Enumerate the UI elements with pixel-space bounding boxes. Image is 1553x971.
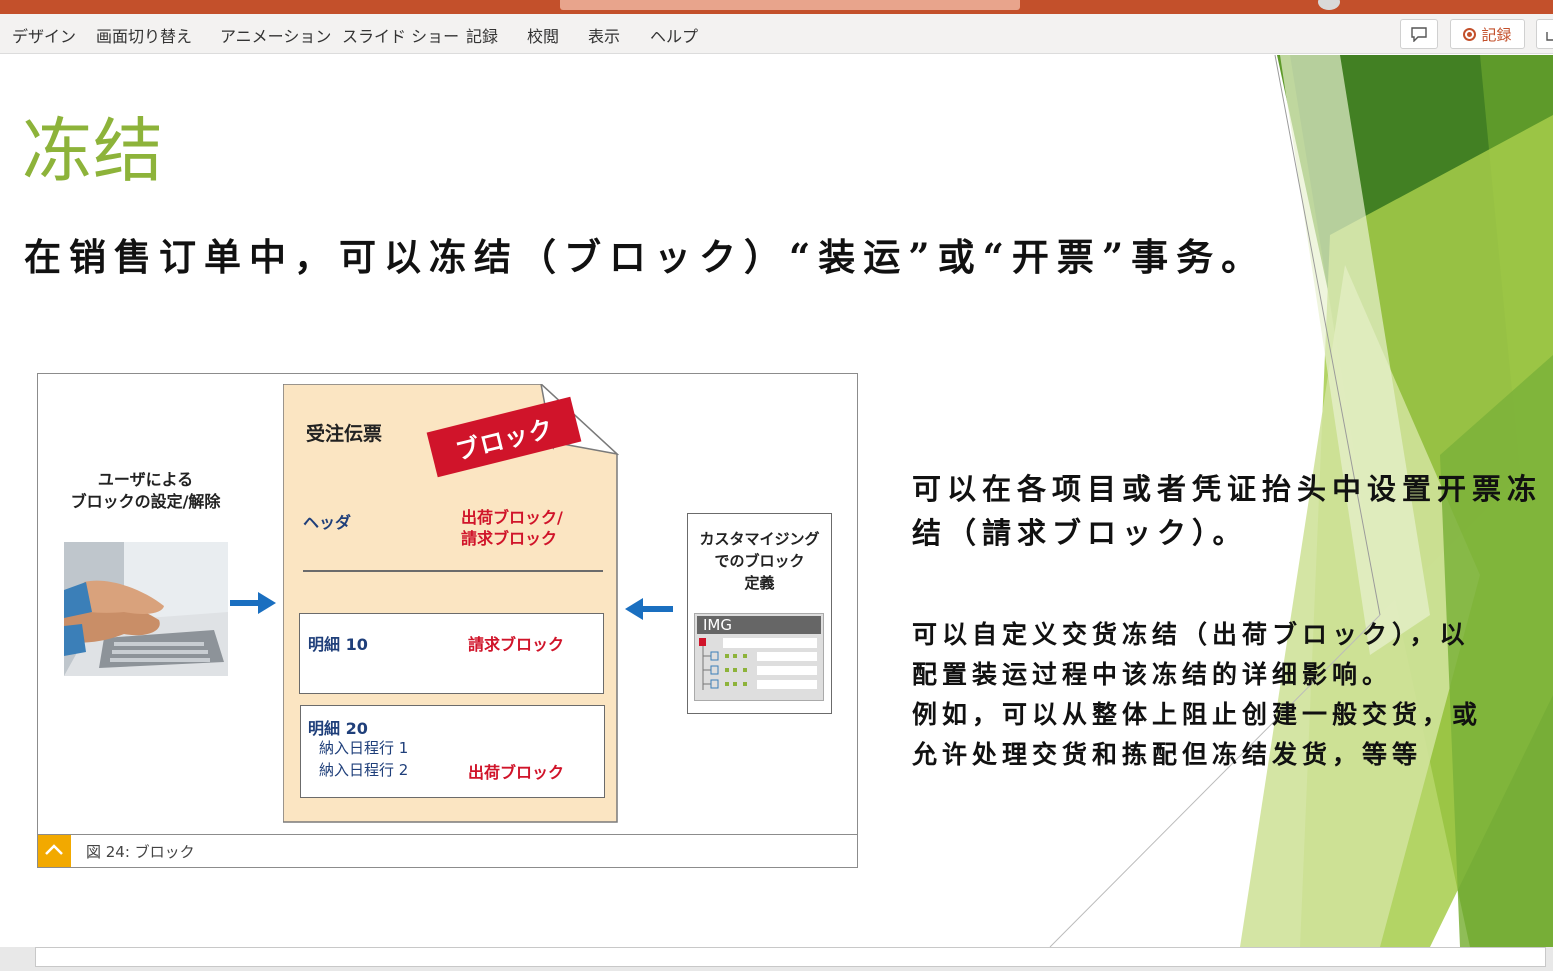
- slide-canvas[interactable]: 冻结 在销售订单中，可以冻结（ブロック）“装运”或“开票”事务。 可以在各项目或…: [0, 55, 1553, 947]
- tab-slideshow[interactable]: スライド ショー: [342, 23, 459, 47]
- comments-button[interactable]: [1400, 19, 1438, 49]
- title-bar: [0, 0, 1553, 14]
- paragraph-line: 例如，可以从整体上阻止创建一般交货，或: [912, 700, 1483, 729]
- tab-view[interactable]: 表示: [588, 23, 620, 47]
- tab-design[interactable]: デザイン: [12, 23, 76, 47]
- horizontal-scrollbar[interactable]: [35, 947, 1546, 967]
- customizing-label: カスタマイジング でのブロック 定義: [699, 530, 820, 592]
- slide-intro: 在销售订单中，可以冻结（ブロック）“装运”或“开票”事务。: [24, 235, 1267, 279]
- account-avatar[interactable]: [1318, 0, 1340, 10]
- header-label: ヘッダ: [303, 513, 352, 532]
- item-10-label: 明細 10: [308, 635, 368, 654]
- collapse-icon[interactable]: [38, 835, 71, 867]
- img-header: IMG: [697, 616, 821, 634]
- customizing-box: カスタマイジング でのブロック 定義 IMG: [687, 513, 832, 714]
- paragraph-line: 允许处理交货和拣配但冻结发货，等等: [912, 740, 1423, 769]
- laptop-photo: [64, 542, 228, 676]
- schedule-line-1: 納入日程行 1: [319, 739, 409, 757]
- header-divider: [303, 570, 603, 572]
- tab-review[interactable]: 校閲: [527, 23, 559, 47]
- slide-title: 冻结: [22, 110, 164, 192]
- tab-help[interactable]: ヘルプ: [650, 23, 698, 47]
- comment-icon: [1411, 26, 1427, 42]
- item-20-label: 明細 20: [308, 719, 368, 738]
- user-label: ユーザによる ブロックの設定/解除: [70, 470, 221, 511]
- paragraph-line: 配置装运过程中该冻结的详细影响。: [912, 660, 1393, 689]
- item-10-value: 請求ブロック: [468, 635, 565, 654]
- paragraph-billing-block: 可以在各项目或者凭证抬头中设置开票冻结（請求ブロック）。: [912, 472, 1543, 550]
- search-box[interactable]: [560, 0, 1020, 10]
- item-20-box: 明細 20 納入日程行 1 納入日程行 2 出荷ブロック: [300, 705, 605, 798]
- document-title: 受注伝票: [306, 423, 383, 445]
- header-block-value: 出荷ブロック/ 請求ブロック: [461, 508, 563, 548]
- ribbon-tabs: デザイン 画面切り替え アニメーション スライド ショー 記録 校閲 表示 ヘル…: [0, 14, 1553, 54]
- arrow-right-icon: [230, 592, 276, 614]
- tab-transitions[interactable]: 画面切り替え: [96, 23, 192, 47]
- img-screenshot: IMG: [694, 613, 824, 701]
- caption-bar: 図 24: ブロック: [38, 834, 857, 867]
- schedule-line-2: 納入日程行 2: [319, 761, 409, 779]
- record-button-label: 記録: [1481, 25, 1512, 44]
- share-icon: [1546, 32, 1553, 41]
- paragraph-delivery-block: 可以自定义交货冻结（出荷ブロック），以 配置装运过程中该冻结的详细影响。 例如，…: [912, 615, 1542, 775]
- paragraph-line: 可以自定义交货冻结（出荷ブロック），以: [912, 620, 1470, 649]
- img-tree-icon: [699, 638, 817, 690]
- record-button[interactable]: 記録: [1450, 19, 1525, 49]
- tab-animations[interactable]: アニメーション: [220, 23, 331, 47]
- tab-record[interactable]: 記録: [466, 23, 498, 47]
- item-10-box: 明細 10 請求ブロック: [299, 613, 604, 694]
- share-button[interactable]: [1536, 19, 1553, 49]
- record-icon: [1463, 27, 1477, 41]
- arrow-left-icon: [625, 598, 673, 620]
- figure-caption: 図 24: ブロック: [86, 843, 195, 861]
- presentation-window: デザイン 画面切り替え アニメーション スライド ショー 記録 校閲 表示 ヘル…: [0, 0, 1553, 971]
- item-20-value: 出荷ブロック: [468, 763, 565, 782]
- block-figure: ユーザによる ブロックの設定/解除 受注伝票 ブロック ヘッダ 出荷ブロック/ …: [37, 373, 858, 868]
